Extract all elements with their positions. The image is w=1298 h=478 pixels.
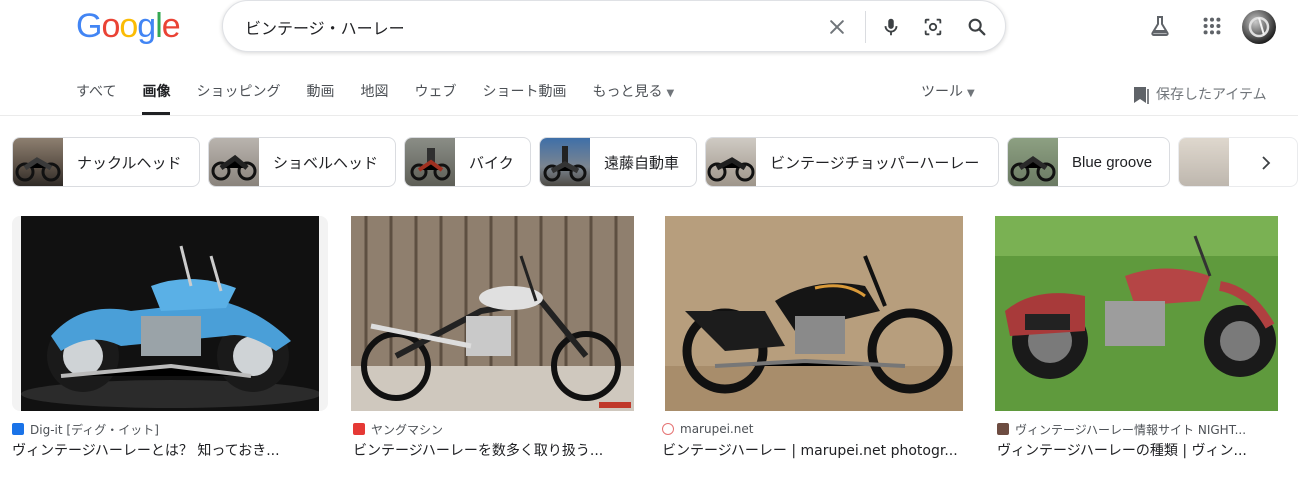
search-tabs: すべて 画像 ショッピング 動画 地図 ウェブ ショート動画 もっと見る ▼	[76, 72, 700, 116]
tools-button[interactable]: ツール ▼	[921, 72, 975, 114]
chip-thumbnail	[706, 138, 756, 186]
microphone-icon[interactable]	[879, 15, 903, 39]
result-image[interactable]	[341, 216, 644, 411]
result-source: marupei.net	[656, 421, 972, 437]
tab-short-videos[interactable]: ショート動画	[482, 72, 566, 116]
search-icon[interactable]	[965, 15, 989, 39]
tab-more[interactable]: もっと見る ▼	[592, 72, 674, 116]
close-icon[interactable]	[825, 15, 849, 39]
logo-letter: g	[137, 7, 156, 45]
result-title[interactable]: ビンテージハーレー | marupei.net photogr...	[656, 440, 972, 460]
result-source: Dig-it [ディグ・イット]	[12, 421, 328, 437]
avatar[interactable]	[1242, 10, 1276, 44]
google-logo[interactable]: Google	[76, 6, 181, 46]
result-image[interactable]	[12, 216, 328, 411]
chip-thumbnail	[209, 138, 259, 186]
result-title[interactable]: ビンテージハーレーを数多く取り扱う...	[341, 440, 644, 460]
saved-items-button[interactable]: 保存したアイテム	[1132, 72, 1267, 118]
chip-thumbnail	[405, 138, 455, 186]
apps-grid-icon[interactable]	[1198, 12, 1226, 40]
result-title[interactable]: ヴィンテージハーレーとは？ 知っておき...	[12, 440, 328, 460]
tab-maps[interactable]: 地図	[360, 72, 388, 116]
header-divider	[0, 115, 1298, 116]
chip-thumbnail	[1179, 138, 1229, 186]
chip-thumbnail	[540, 138, 590, 186]
result-image[interactable]	[985, 216, 1288, 411]
result-source-label: ヤングマシン	[371, 422, 444, 437]
chip-vintage-chopper-harley[interactable]: ビンテージチョッパーハーレー	[705, 137, 999, 187]
chip-knucklehead[interactable]: ナックルヘッド	[12, 137, 200, 187]
result-source: ヴィンテージハーレー情報サイト NIGHT...	[985, 421, 1288, 437]
logo-letter: o	[119, 7, 138, 45]
image-result[interactable]: ヴィンテージハーレー情報サイト NIGHT... ヴィンテージハーレーの種類 |…	[985, 216, 1288, 460]
chip-label: ナックルヘッド	[77, 153, 182, 172]
image-result[interactable]: Dig-it [ディグ・イット] ヴィンテージハーレーとは？ 知っておき...	[12, 216, 328, 460]
tab-all[interactable]: すべて	[76, 72, 116, 116]
image-result[interactable]: marupei.net ビンテージハーレー | marupei.net phot…	[656, 216, 972, 460]
bookmark-icon	[1134, 87, 1149, 104]
favicon-icon	[12, 423, 24, 435]
tab-videos[interactable]: 動画	[306, 72, 334, 116]
chip-label: Blue groove	[1072, 153, 1153, 171]
chevron-down-icon: ▼	[967, 88, 975, 99]
result-title[interactable]: ヴィンテージハーレーの種類 | ヴィン...	[985, 440, 1288, 460]
search-box	[222, 0, 1006, 52]
chevron-down-icon: ▼	[666, 88, 675, 99]
chip-bike[interactable]: バイク	[404, 137, 531, 187]
logo-letter: G	[76, 7, 102, 45]
result-source-label: ヴィンテージハーレー情報サイト NIGHT...	[1015, 422, 1247, 437]
favicon-icon	[662, 423, 674, 435]
saved-items-label: 保存したアイテム	[1156, 87, 1267, 103]
result-source-label: marupei.net	[680, 422, 754, 436]
tools-label: ツール	[921, 84, 963, 100]
chip-label: ショベルヘッド	[273, 153, 379, 172]
favicon-icon	[353, 423, 365, 435]
result-source-label: Dig-it [ディグ・イット]	[30, 422, 159, 437]
tab-web[interactable]: ウェブ	[414, 72, 456, 116]
chip-thumbnail	[13, 138, 63, 186]
tab-more-label: もっと見る	[592, 84, 663, 100]
chip-label: 遠藤自動車	[604, 153, 680, 172]
search-divider	[865, 11, 866, 43]
tab-shopping[interactable]: ショッピング	[196, 72, 280, 116]
flask-icon[interactable]	[1146, 12, 1174, 40]
result-source: ヤングマシン	[341, 421, 644, 437]
chip-shovelhead[interactable]: ショベルヘッド	[208, 137, 396, 187]
tab-images[interactable]: 画像	[142, 72, 171, 116]
chip-blue-groove[interactable]: Blue groove	[1007, 137, 1170, 187]
chip-thumbnail	[1008, 138, 1058, 186]
chevron-right-icon[interactable]	[1246, 140, 1286, 186]
image-result[interactable]: ヤングマシン ビンテージハーレーを数多く取り扱う...	[341, 216, 644, 460]
chip-label: バイク	[469, 153, 514, 172]
favicon-icon	[997, 423, 1009, 435]
logo-letter: e	[161, 7, 181, 45]
result-image[interactable]	[656, 216, 972, 411]
logo-letter: o	[101, 7, 120, 45]
chip-label: ビンテージチョッパーハーレー	[770, 153, 980, 172]
chip-endo-jidosha[interactable]: 遠藤自動車	[539, 137, 697, 187]
search-input[interactable]	[245, 15, 805, 39]
camera-lens-icon[interactable]	[921, 15, 945, 39]
